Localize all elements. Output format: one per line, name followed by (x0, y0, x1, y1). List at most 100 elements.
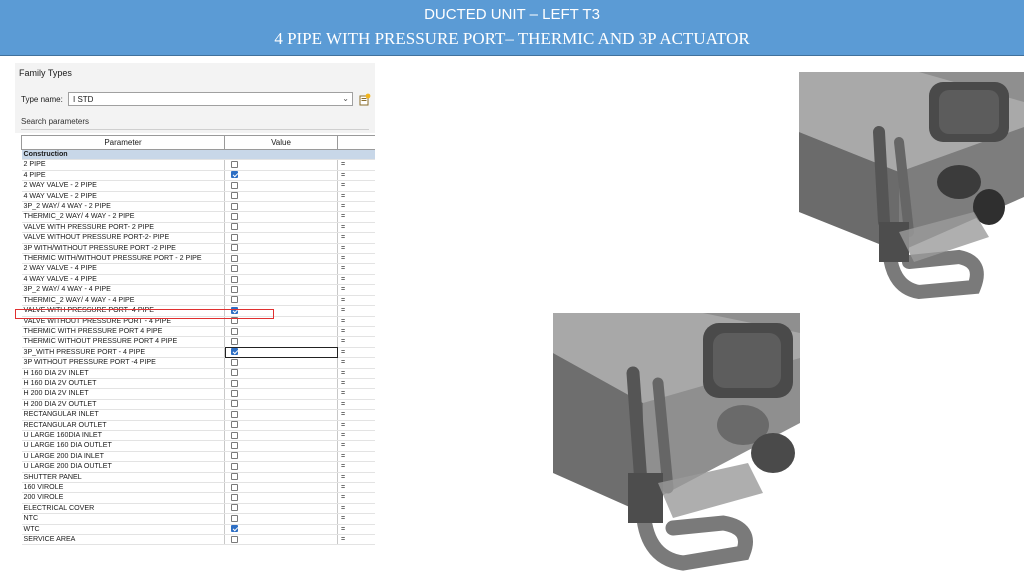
parameter-checkbox[interactable] (231, 431, 238, 439)
parameter-checkbox[interactable] (231, 306, 238, 314)
parameter-checkbox[interactable] (231, 358, 238, 366)
chevron-down-icon[interactable]: ⌄ (342, 94, 349, 103)
formula-cell[interactable]: = (337, 378, 375, 390)
table-row[interactable]: U LARGE 200 DIA INLET = (21, 451, 375, 463)
formula-cell[interactable]: = (337, 368, 375, 379)
parameter-checkbox[interactable] (231, 275, 238, 283)
table-row[interactable]: THERMIC WITHOUT PRESSURE PORT 4 PIPE = (21, 336, 375, 348)
parameter-value-cell[interactable] (224, 347, 338, 359)
table-row[interactable]: WTC = (21, 524, 375, 536)
parameter-checkbox[interactable] (231, 348, 238, 356)
table-row[interactable]: 3P_2 WAY/ 4 WAY - 2 PIPE = (21, 201, 375, 213)
table-row[interactable]: H 200 DIA 2V INLET = (21, 388, 375, 400)
parameter-checkbox[interactable] (231, 494, 238, 502)
formula-cell[interactable]: = (337, 263, 375, 275)
parameter-checkbox[interactable] (231, 452, 238, 460)
parameter-value-cell[interactable] (224, 180, 338, 192)
table-row[interactable]: THERMIC_2 WAY/ 4 WAY - 2 PIPE = (21, 211, 375, 223)
formula-cell[interactable]: = (337, 243, 375, 255)
parameter-checkbox[interactable] (231, 483, 238, 491)
table-row[interactable]: 200 VIROLE = (21, 492, 375, 504)
table-row[interactable]: 2 WAY VALVE - 2 PIPE = (21, 180, 375, 192)
search-parameters-input[interactable]: Search parameters (21, 117, 369, 130)
formula-cell[interactable]: = (337, 409, 375, 421)
formula-cell[interactable]: = (337, 274, 375, 286)
formula-cell[interactable]: = (337, 524, 375, 536)
table-row[interactable]: 3P_WITH PRESSURE PORT - 4 PIPE = (21, 347, 375, 359)
table-row[interactable]: THERMIC_2 WAY/ 4 WAY - 4 PIPE = (21, 295, 375, 307)
formula-cell[interactable]: = (337, 472, 375, 484)
formula-cell[interactable]: = (337, 180, 375, 192)
formula-cell[interactable]: = (337, 305, 375, 317)
table-row[interactable]: VALVE WITH PRESSURE PORT- 2 PIPE = (21, 222, 375, 234)
parameter-value-cell[interactable] (224, 274, 338, 286)
table-row[interactable]: 2 PIPE = (21, 159, 375, 171)
parameter-checkbox[interactable] (231, 379, 238, 387)
parameter-checkbox[interactable] (231, 421, 238, 429)
parameter-value-cell[interactable] (224, 336, 338, 348)
formula-cell[interactable]: = (337, 347, 375, 359)
parameter-value-cell[interactable] (224, 357, 338, 369)
parameter-checkbox[interactable] (231, 389, 238, 397)
parameter-checkbox[interactable] (231, 171, 238, 179)
parameter-checkbox[interactable] (231, 514, 238, 522)
group-row-construction[interactable]: Construction (21, 149, 375, 161)
formula-cell[interactable]: = (337, 513, 375, 525)
parameter-checkbox[interactable] (231, 462, 238, 470)
formula-cell[interactable]: = (337, 191, 375, 203)
parameter-value-cell[interactable] (224, 170, 338, 182)
table-row[interactable]: 2 WAY VALVE - 4 PIPE = (21, 263, 375, 275)
table-row[interactable]: U LARGE 200 DIA OUTLET = (21, 461, 375, 473)
parameter-checkbox[interactable] (231, 504, 238, 512)
formula-cell[interactable]: = (337, 159, 375, 171)
table-row[interactable]: H 160 DIA 2V OUTLET = (21, 378, 375, 390)
table-row[interactable]: 160 VIROLE = (21, 482, 375, 494)
parameter-value-cell[interactable] (224, 461, 338, 473)
formula-cell[interactable]: = (337, 316, 375, 327)
table-row[interactable]: U LARGE 160DIA INLET = (21, 430, 375, 442)
table-row[interactable]: RECTANGULAR OUTLET = (21, 420, 375, 431)
new-type-icon[interactable] (359, 93, 371, 106)
parameter-checkbox[interactable] (231, 369, 238, 377)
table-row[interactable]: U LARGE 160 DIA OUTLET = (21, 440, 375, 452)
table-row[interactable]: SHUTTER PANEL = (21, 472, 375, 484)
parameter-value-cell[interactable] (224, 191, 338, 203)
parameter-checkbox[interactable] (231, 535, 238, 543)
parameter-value-cell[interactable] (224, 492, 338, 504)
parameter-value-cell[interactable] (224, 263, 338, 275)
parameter-value-cell[interactable] (224, 399, 338, 411)
formula-cell[interactable]: = (337, 534, 375, 546)
parameter-checkbox[interactable] (231, 473, 238, 481)
parameter-value-cell[interactable] (224, 451, 338, 463)
parameter-value-cell[interactable] (224, 159, 338, 171)
parameter-checkbox[interactable] (231, 296, 238, 304)
parameter-checkbox[interactable] (231, 213, 238, 221)
parameter-value-cell[interactable] (224, 232, 338, 244)
formula-cell[interactable]: = (337, 461, 375, 473)
formula-cell[interactable]: = (337, 440, 375, 452)
formula-cell[interactable]: = (337, 295, 375, 307)
formula-cell[interactable]: = (337, 170, 375, 182)
parameter-value-cell[interactable] (224, 316, 338, 327)
formula-cell[interactable]: = (337, 326, 375, 338)
parameter-value-cell[interactable] (224, 284, 338, 296)
parameter-checkbox[interactable] (231, 337, 238, 345)
parameter-value-cell[interactable] (224, 243, 338, 255)
table-row[interactable]: 3P WITH/WITHOUT PRESSURE PORT -2 PIPE = (21, 243, 375, 255)
formula-cell[interactable]: = (337, 284, 375, 296)
table-row[interactable]: THERMIC WITH PRESSURE PORT 4 PIPE = (21, 326, 375, 338)
table-row[interactable]: 4 PIPE = (21, 170, 375, 182)
formula-cell[interactable]: = (337, 232, 375, 244)
parameter-value-cell[interactable] (224, 295, 338, 307)
column-value[interactable]: Value (224, 135, 338, 150)
table-row[interactable]: 3P WITHOUT PRESSURE PORT -4 PIPE = (21, 357, 375, 369)
formula-cell[interactable]: = (337, 492, 375, 504)
formula-cell[interactable]: = (337, 451, 375, 463)
table-row[interactable]: VALVE WITHOUT PRESSURE PORT-2- PIPE = (21, 232, 375, 244)
parameter-checkbox[interactable] (231, 400, 238, 408)
parameter-value-cell[interactable] (224, 388, 338, 400)
table-row[interactable]: VALVE WITHOUT PRESSURE PORT - 4 PIPE = (21, 316, 375, 327)
parameter-value-cell[interactable] (224, 524, 338, 536)
parameter-checkbox[interactable] (231, 285, 238, 293)
parameter-value-cell[interactable] (224, 305, 338, 317)
